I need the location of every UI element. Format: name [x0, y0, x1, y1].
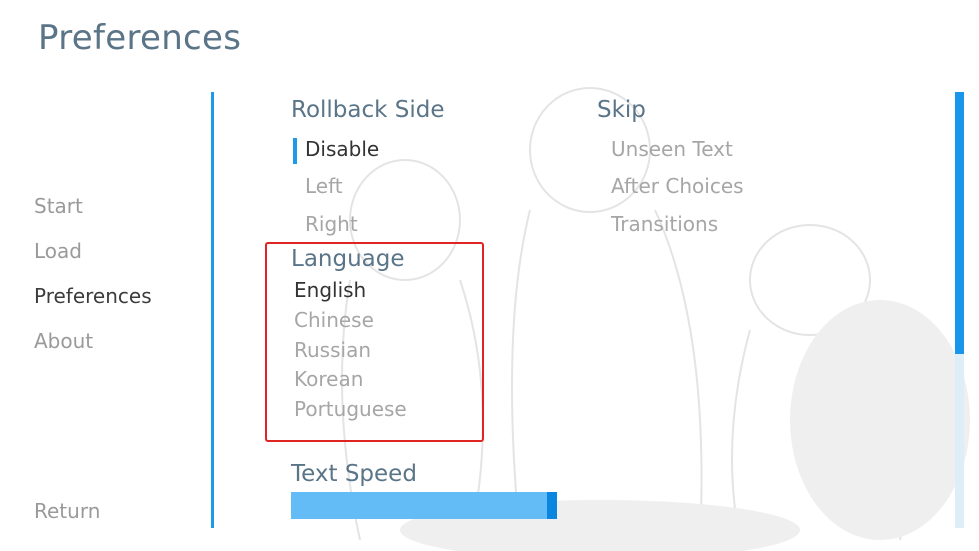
- page-title: Preferences: [38, 18, 242, 58]
- language-option-chinese[interactable]: Chinese: [294, 308, 374, 332]
- language-title: Language: [291, 246, 405, 272]
- language-option-russian[interactable]: Russian: [294, 338, 371, 362]
- skip-option-transitions[interactable]: Transitions: [611, 212, 718, 236]
- nav-item-return[interactable]: Return: [34, 499, 100, 523]
- nav-item-preferences[interactable]: Preferences: [34, 284, 152, 308]
- nav-item-load[interactable]: Load: [34, 239, 82, 263]
- text-speed-slider-thumb[interactable]: [547, 492, 557, 519]
- nav-divider: [211, 92, 214, 528]
- nav-item-start[interactable]: Start: [34, 194, 83, 218]
- skip-title: Skip: [597, 97, 646, 123]
- rollback-option-left[interactable]: Left: [305, 174, 343, 198]
- rollback-option-right[interactable]: Right: [305, 212, 358, 236]
- rollback-side-title: Rollback Side: [291, 97, 445, 123]
- rollback-option-disable[interactable]: Disable: [305, 137, 379, 161]
- skip-option-unseen-text[interactable]: Unseen Text: [611, 137, 733, 161]
- background-illustration: [341, 87, 970, 551]
- text-speed-title: Text Speed: [291, 461, 417, 487]
- scrollbar-thumb[interactable]: [955, 92, 964, 354]
- language-option-portuguese[interactable]: Portuguese: [294, 397, 407, 421]
- scrollbar[interactable]: [955, 92, 964, 528]
- selected-indicator: [293, 138, 297, 164]
- language-option-english[interactable]: English: [294, 278, 366, 302]
- text-speed-slider[interactable]: [291, 492, 557, 519]
- language-option-korean[interactable]: Korean: [294, 367, 363, 391]
- nav-item-about[interactable]: About: [34, 329, 93, 353]
- skip-option-after-choices[interactable]: After Choices: [611, 174, 744, 198]
